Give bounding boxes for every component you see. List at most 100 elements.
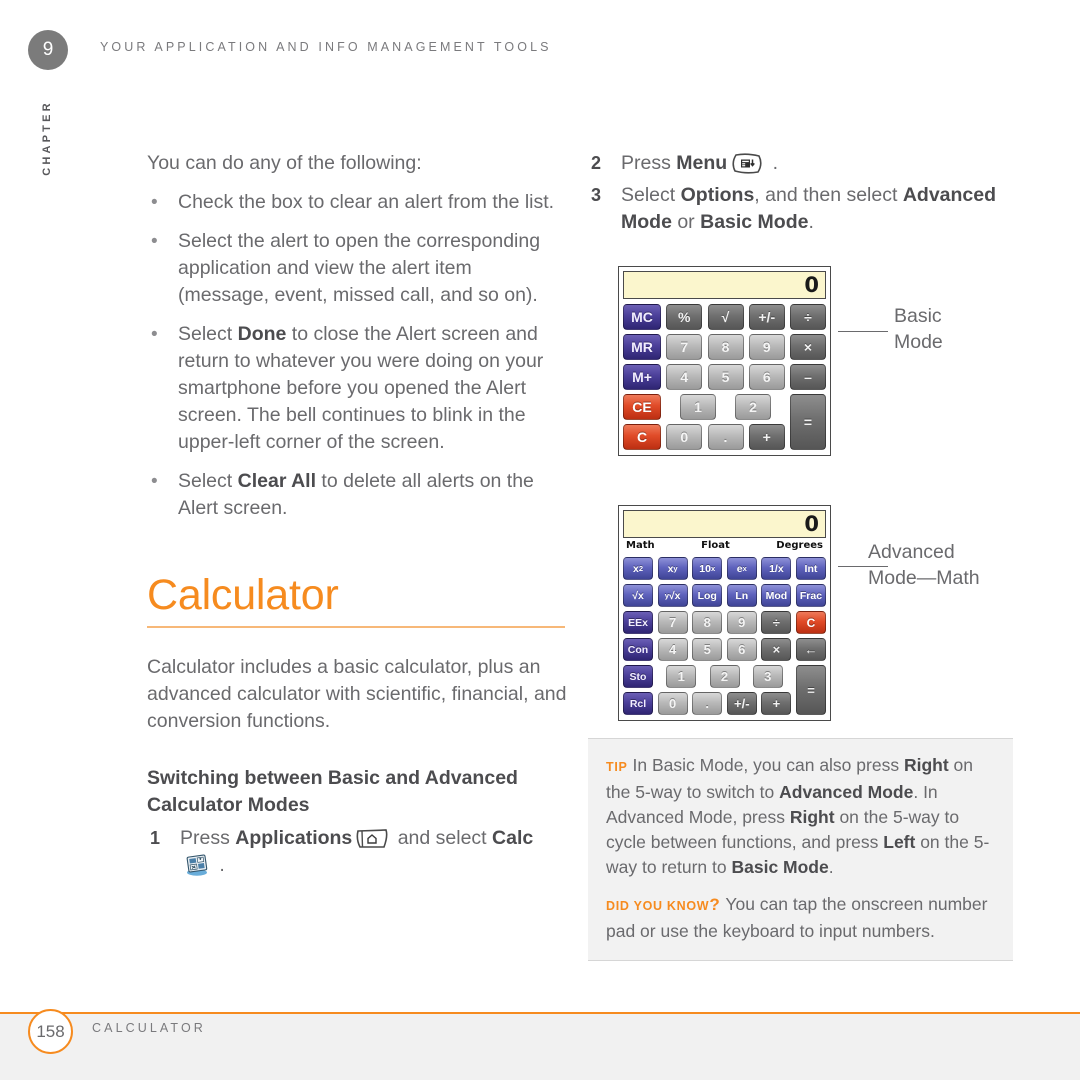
step-text-pre: Press <box>180 827 236 849</box>
calc-key-8[interactable]: 8 <box>692 611 723 634</box>
calc-key-[interactable]: – <box>790 364 826 390</box>
keypad-row: CE123= <box>623 394 826 450</box>
calc-key-0[interactable]: 0 <box>666 424 703 450</box>
calc-key-[interactable]: = <box>796 665 826 715</box>
advanced-mode-callout-line2: Mode—Math <box>868 567 980 589</box>
calc-key-7[interactable]: 7 <box>657 611 688 634</box>
calc-key-[interactable]: √ <box>707 304 744 330</box>
step-item-1: 1 Press Applications and select Calc . <box>147 825 567 879</box>
calc-key-4[interactable]: 4 <box>657 638 688 661</box>
calc-key-[interactable]: ÷ <box>761 611 792 634</box>
calc-key-Rcl[interactable]: Rcl <box>623 692 653 715</box>
calc-key-1x[interactable]: 1/x <box>761 557 792 580</box>
calc-key-C[interactable]: C <box>795 611 826 634</box>
calc-key-[interactable]: × <box>790 334 826 360</box>
calc-key-[interactable]: ÷ <box>790 304 826 330</box>
calc-key-5[interactable]: 5 <box>707 364 744 390</box>
calc-key-1[interactable]: 1 <box>680 394 716 420</box>
did-you-know-label-text: DID YOU KNOW <box>606 899 710 913</box>
calc-key-1[interactable]: 1 <box>666 665 697 688</box>
calc-key-8[interactable]: 8 <box>707 334 744 360</box>
calc-key-[interactable]: . <box>692 692 723 715</box>
chapter-number-badge: 9 <box>28 30 68 70</box>
calc-key-[interactable]: ← <box>795 638 826 661</box>
calc-key-Ln[interactable]: Ln <box>726 584 757 607</box>
calc-key-[interactable]: × <box>761 638 792 661</box>
applications-key-icon <box>355 828 389 849</box>
step-item-2: 2 Press Menu . <box>588 150 1013 177</box>
calc-key-Mod[interactable]: Mod <box>761 584 792 607</box>
calc-key-2[interactable]: 2 <box>709 665 740 688</box>
text-run: . <box>828 857 834 877</box>
calc-key-[interactable]: + <box>761 692 792 715</box>
bold-run: Left <box>883 832 916 852</box>
list-item: • Select Done to close the Alert screen a… <box>147 321 567 456</box>
keypad-row: MC% √ +/- ÷ <box>623 304 826 330</box>
calc-key-[interactable]: . <box>707 424 744 450</box>
calc-key-Sto[interactable]: Sto <box>623 665 653 688</box>
step-text-mid2: or <box>671 211 701 233</box>
step-number: 1 <box>150 828 161 848</box>
step-text-pre: Select <box>621 184 681 206</box>
calc-key-4[interactable]: 4 <box>666 364 703 390</box>
keypad-row: MR 7 8 9 × <box>623 334 826 360</box>
calc-key-yx[interactable]: y √x <box>657 584 688 607</box>
keypad-row: M+ 4 5 6– <box>623 364 826 390</box>
calc-key-10x[interactable]: 10 x <box>692 557 723 580</box>
calc-key-9[interactable]: 9 <box>748 334 785 360</box>
basic-mode-callout: Basic Mode <box>894 303 943 355</box>
calc-key-Con[interactable]: Con <box>623 638 653 661</box>
calc-key-7[interactable]: 7 <box>666 334 703 360</box>
calc-key-EEx[interactable]: EEx <box>623 611 653 634</box>
text-run: Select the alert to open the correspondi… <box>178 230 541 306</box>
step-text-pre: Press <box>621 152 677 174</box>
calc-key-M[interactable]: M+ <box>623 364 661 390</box>
text-run: In Basic Mode, you can also press <box>632 755 904 775</box>
calc-key-Frac[interactable]: Frac <box>795 584 826 607</box>
section-subheading: Switching between Basic and Advanced Cal… <box>147 767 518 816</box>
calc-key-5[interactable]: 5 <box>692 638 723 661</box>
calc-key-MR[interactable]: MR <box>623 334 661 360</box>
calc-key-[interactable]: = <box>790 394 826 450</box>
bold-run: Advanced Mode <box>779 782 914 802</box>
calc-key-2[interactable]: 2 <box>735 394 771 420</box>
calc-key-6[interactable]: 6 <box>748 364 785 390</box>
bold-run: Right <box>789 807 835 827</box>
calc-key-0[interactable]: 0 <box>657 692 688 715</box>
calc-key-x2[interactable]: x2 <box>623 557 653 580</box>
did-you-know-question-mark: ? <box>709 895 721 914</box>
calc-key-ex[interactable]: ex <box>726 557 757 580</box>
advanced-calculator-screenshot: 0 Math Float Degrees x 2 x y 10 x e x 1/x Int √x y √x L… <box>618 505 831 721</box>
bold-run: Basic Mode <box>731 857 829 877</box>
bold-run: Right <box>903 755 949 775</box>
calc-key-C[interactable]: C <box>623 424 661 450</box>
step-text-mid: and select <box>392 827 493 849</box>
advanced-mode-callout-line1: Advanced <box>868 541 955 563</box>
keypad-row: x 2 x y 10 x e x 1/x Int <box>623 557 826 580</box>
calc-key-[interactable]: + <box>748 424 785 450</box>
step-bold-applications: Applications <box>235 827 353 849</box>
calc-key-Int[interactable]: Int <box>795 557 826 580</box>
calc-key-xy[interactable]: xy <box>657 557 688 580</box>
calc-key-Log[interactable]: Log <box>692 584 723 607</box>
text-run: Select <box>178 323 238 345</box>
step-bold-options: Options <box>680 184 755 206</box>
calc-key-9[interactable]: 9 <box>726 611 757 634</box>
calc-key-[interactable]: % <box>666 304 703 330</box>
calc-key-MC[interactable]: MC <box>623 304 661 330</box>
list-item: • Select Clear All to delete all alerts o… <box>147 468 567 522</box>
did-you-know-paragraph: DID YOU KNOW? You can tap the onscreen nu… <box>606 892 995 944</box>
footer-title: CALCULATOR <box>92 1021 206 1035</box>
keypad-row: √x y √x Log Ln Mod Frac <box>623 584 826 607</box>
step-text-post: . <box>808 211 814 233</box>
calc-key-3[interactable]: 3 <box>752 665 783 688</box>
switching-steps: 1 Press Applications and select Calc . <box>147 825 567 879</box>
bold-run: Clear All <box>237 470 317 492</box>
calc-key-[interactable]: +/- <box>726 692 757 715</box>
calc-key-CE[interactable]: CE <box>623 394 661 420</box>
calc-key-x[interactable]: √x <box>623 584 653 607</box>
calc-key-[interactable]: +/- <box>748 304 785 330</box>
tip-body-text: In Basic Mode, you can also press Right … <box>606 755 989 877</box>
mode-label-math: Math <box>626 540 655 551</box>
calc-key-6[interactable]: 6 <box>726 638 757 661</box>
